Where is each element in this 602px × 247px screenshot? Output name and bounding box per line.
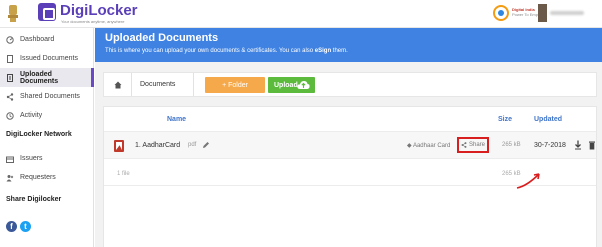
issuers-icon (6, 155, 14, 163)
pdf-icon (114, 140, 124, 152)
page-title: Uploaded Documents (105, 32, 219, 44)
user-name-blurred[interactable] (550, 11, 584, 15)
user-avatar[interactable] (538, 4, 547, 22)
share-icon (461, 142, 467, 148)
sidebar-item-label: Requesters (20, 174, 56, 181)
page-hero: Uploaded Documents This is where you can… (95, 28, 602, 62)
download-icon[interactable] (574, 140, 582, 150)
home-icon[interactable] (114, 81, 122, 89)
sidebar-item-issued-documents[interactable]: Issued Documents (0, 49, 94, 68)
sidebar-item-label: Dashboard (20, 36, 55, 43)
divider (193, 73, 194, 96)
sidebar-item-activity[interactable]: Activity (0, 106, 94, 125)
pencil-icon[interactable] (202, 141, 210, 149)
document-tag[interactable]: ◆ Aadhaar Card (407, 142, 450, 149)
sidebar-item-label: Issuers (20, 155, 43, 162)
upload-button-label: Upload (274, 81, 298, 89)
esign-link[interactable]: eSign (315, 48, 331, 54)
document-extension: pdf (188, 142, 197, 148)
page-subtitle: This is where you can upload your own do… (105, 48, 348, 54)
sidebar-item-requesters[interactable]: Requesters (0, 168, 94, 187)
sidebar-item-label: Shared Documents (20, 93, 80, 100)
add-folder-button[interactable]: + Folder (205, 77, 265, 93)
column-header-name[interactable]: Name (167, 116, 186, 123)
sidebar-item-issuers[interactable]: Issuers (0, 149, 94, 168)
share-button[interactable]: Share (457, 137, 489, 153)
column-header-size[interactable]: Size (498, 116, 512, 123)
sidebar: Dashboard Issued Documents Uploaded Docu… (0, 28, 94, 247)
table-row[interactable]: 1. AadharCard pdf ◆ Aadhaar Card Share 2… (104, 131, 596, 159)
sidebar-item-label: Issued Documents (20, 55, 78, 62)
facebook-icon[interactable]: f (6, 221, 17, 232)
share-label: Share (468, 142, 485, 148)
requesters-icon (6, 174, 14, 182)
share-section-title: Share Digilocker (6, 196, 62, 203)
document-size: 265 kB (502, 142, 521, 148)
column-header-updated[interactable]: Updated (534, 116, 562, 123)
tag-icon: ◆ (407, 143, 412, 149)
activity-icon (6, 111, 14, 120)
toolbar: Documents + Folder Upload (103, 72, 597, 97)
file-count: 1 file (117, 171, 130, 177)
document-name[interactable]: 1. AadharCard (135, 142, 180, 149)
digilocker-logo-icon[interactable] (38, 3, 56, 21)
sidebar-item-uploaded-documents[interactable]: Uploaded Documents (0, 68, 94, 87)
brand-tagline: Your documents anytime, anywhere (61, 19, 125, 24)
top-header: DigiLocker Your documents anytime, anywh… (0, 0, 602, 28)
twitter-icon[interactable]: t (20, 221, 31, 232)
document-icon (6, 54, 14, 63)
upload-button[interactable]: Upload (268, 77, 315, 93)
divider (131, 73, 132, 96)
cloud-upload-icon (297, 81, 310, 89)
brand-name[interactable]: DigiLocker (60, 2, 138, 19)
digital-india-logo-icon (493, 5, 509, 21)
trash-icon[interactable] (588, 140, 596, 150)
network-section-title: DigiLocker Network (6, 131, 72, 138)
upload-document-icon (6, 73, 14, 82)
dashboard-icon (6, 35, 14, 44)
document-updated: 30-7-2018 (534, 142, 566, 149)
sidebar-item-label: Uploaded Documents (20, 70, 59, 85)
share-icon (6, 92, 14, 101)
sidebar-item-label: Activity (20, 112, 43, 119)
emblem-icon (8, 5, 18, 22)
sidebar-item-shared-documents[interactable]: Shared Documents (0, 87, 94, 106)
annotation-arrow-icon (516, 173, 540, 189)
sidebar-item-dashboard[interactable]: Dashboard (0, 30, 94, 49)
breadcrumb[interactable]: Documents (140, 81, 175, 88)
main-content: Uploaded Documents This is where you can… (95, 28, 602, 247)
